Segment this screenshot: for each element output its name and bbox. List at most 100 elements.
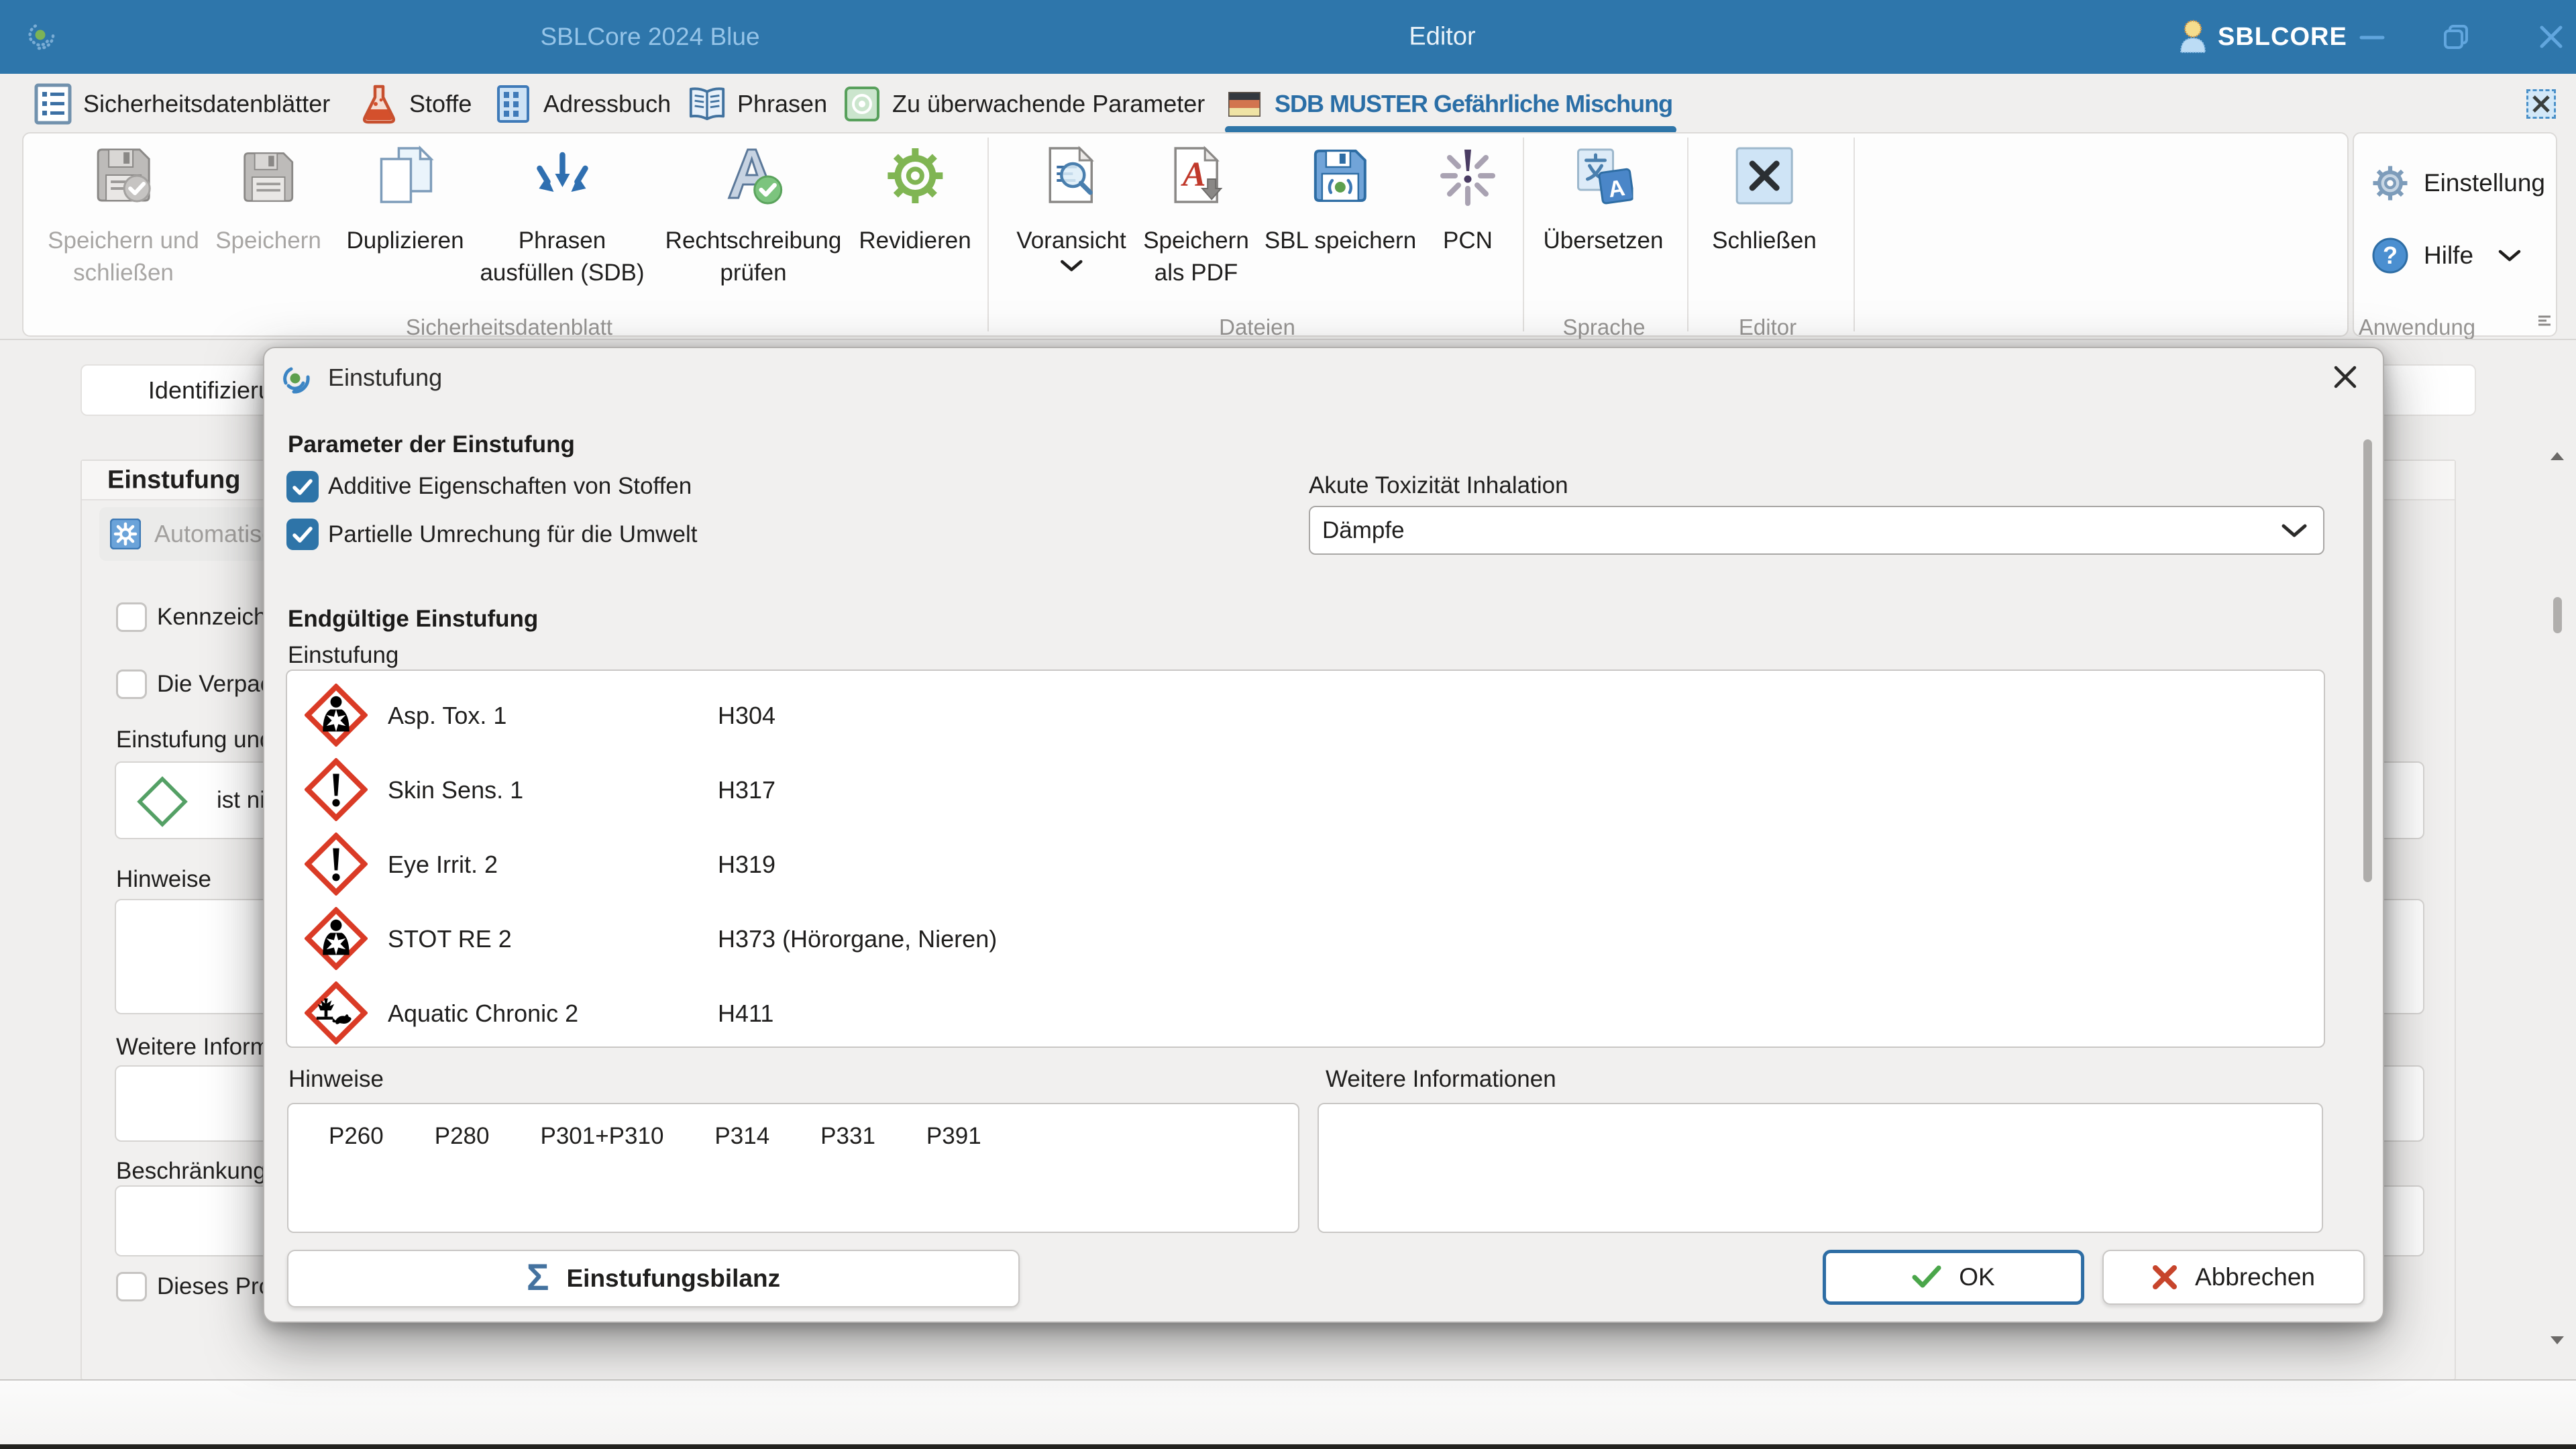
ribbon: Speichern und schließen Speichern [0,132,2576,339]
check-green-icon [1912,1265,1941,1289]
window-minimize-button[interactable] [2342,0,2402,74]
button-label: Speichern als PDF [1143,225,1249,289]
close-square-icon [1712,142,1817,206]
button-label: Einstellung [2424,169,2545,197]
user-account[interactable]: SBLCORE [2180,0,2347,74]
chevron-down-icon [2498,248,2522,263]
combobox-value: Dämpfe [1322,517,1405,544]
save-sbl-button[interactable]: SBL speichern [1265,142,1416,257]
tab-close-button[interactable] [2526,89,2556,119]
p-codes-box[interactable]: P260 P280 P301+P310 P314 P331 P391 [287,1103,1299,1233]
ghs07-exclamation-icon [305,833,368,896]
window-restore-button[interactable] [2426,0,2486,74]
checkbox-label: Partielle Umrechung für die Umwelt [328,521,697,548]
save-floppy-icon [215,142,321,206]
tab-label: Zu überwachende Parameter [892,90,1205,118]
revise-button[interactable]: Revidieren [859,142,971,257]
inhalation-combobox[interactable]: Dämpfe [1309,506,2324,555]
help-button[interactable]: ? Hilfe [2371,237,2522,274]
monitored-parameter-icon [843,85,881,123]
preview-button[interactable]: Voransicht [1016,142,1126,273]
save-button[interactable]: Speichern [215,142,321,257]
tab-label: Adressbuch [543,90,671,118]
classification-code: H319 [718,851,775,879]
close-icon [2537,23,2565,51]
ok-button[interactable]: OK [1823,1250,2084,1305]
tab-parameter[interactable]: Zu überwachende Parameter [843,74,1205,134]
window-title: Editor [1409,23,1475,52]
button-label: Revidieren [859,225,971,257]
ghs08-health-hazard-icon [305,907,368,970]
p-code: P314 [714,1123,769,1232]
ribbon-group-label: Anwendung [2359,315,2475,340]
partielle-checkbox[interactable] [286,519,319,550]
translate-button[interactable]: A Übersetzen [1544,142,1664,257]
save-and-close-button[interactable]: Speichern und schließen [48,142,199,289]
window-close-button[interactable] [2521,0,2576,74]
tab-sicherheitsdatenblaetter[interactable]: Sicherheitsdatenblätter [34,74,330,134]
fill-phrases-button[interactable]: Phrasen ausfüllen (SDB) [480,142,644,289]
p-code: P301+P310 [541,1123,664,1232]
cancel-button[interactable]: Abbrechen [2102,1250,2365,1305]
final-heading: Endgültige Einstufung [288,606,538,633]
empty-ghs-diamond-icon [134,773,191,830]
minimize-icon [2359,23,2385,50]
classification-row[interactable]: Aquatic Chronic 2 H411 [287,976,2324,1051]
classification-row[interactable]: Asp. Tox. 1 H304 [287,678,2324,753]
tab-stoffe[interactable]: Stoffe [360,74,472,134]
pcn-button[interactable]: PCN [1438,142,1498,257]
kennzeichnung-checkbox[interactable] [116,602,147,632]
help-icon: ? [2371,237,2409,274]
tab-sdb-muster[interactable]: SDB MUSTER Gefährliche Mischung [1225,74,1672,134]
button-label: Schließen [1712,225,1817,257]
chevron-down-icon [2280,522,2308,539]
chevron-down-icon [1016,258,1126,273]
duplicate-button[interactable]: Duplizieren [346,142,464,257]
spellcheck-button[interactable]: Rechtschreibung prüfen [665,142,842,289]
tab-phrasen[interactable]: Phrasen [688,74,827,134]
list-label: Einstufung [288,642,398,669]
scrollbar-down-arrow[interactable] [2549,1335,2565,1346]
p-code: P280 [435,1123,490,1232]
close-editor-button[interactable]: Schließen [1712,142,1817,257]
spellcheck-icon [665,142,842,206]
classification-name: Skin Sens. 1 [388,776,523,804]
dieses-produkt-checkbox[interactable] [116,1272,147,1301]
window-bottom-strip [0,1379,2576,1449]
button-label: Rechtschreibung prüfen [665,225,842,289]
group-options-icon[interactable] [2537,315,2552,330]
ribbon-group-label: Sicherheitsdatenblatt [406,315,612,340]
tab-adressbuch[interactable]: Adressbuch [494,74,671,134]
scrollbar-up-arrow[interactable] [2549,451,2565,462]
weitere-informationen-textarea[interactable] [1318,1103,2323,1233]
preview-document-icon [1016,142,1126,206]
duplicate-pages-icon [346,142,464,206]
dialog-close-button[interactable] [2328,360,2363,394]
classification-row[interactable]: Skin Sens. 1 H317 [287,753,2324,827]
tab-label: Sicherheitsdatenblätter [83,90,330,118]
ribbon-separator [1687,138,1688,331]
ribbon-panel-anwendung [2353,132,2557,337]
p-code: P391 [926,1123,981,1232]
main-tab-bar: Sicherheitsdatenblätter Stoffe [0,74,2576,134]
classification-row[interactable]: Eye Irrit. 2 H319 [287,827,2324,902]
app-title: SBLCore 2024 Blue [540,23,759,51]
save-close-floppy-icon [48,142,199,206]
svg-text:A: A [1607,175,1627,203]
einstufungsbilanz-button[interactable]: Σ Einstufungsbilanz [287,1250,1020,1307]
section-title: Einstufung [107,466,240,495]
scrollbar-thumb[interactable] [2553,597,2562,633]
save-as-pdf-button[interactable]: A Speichern als PDF [1143,142,1249,289]
settings-button[interactable]: Einstellung [2371,164,2545,202]
dialog-scrollbar-thumb[interactable] [2363,439,2372,882]
restore-icon [2442,23,2470,51]
classification-row[interactable]: STOT RE 2 H373 (Hörorgane, Nieren) [287,902,2324,976]
verpackung-checkbox[interactable] [116,669,147,699]
classification-code: H373 (Hörorgane, Nieren) [718,925,997,953]
params-heading: Parameter der Einstufung [288,431,575,458]
german-flag-icon [1225,85,1264,123]
checkbox-label: Additive Eigenschaften von Stoffen [328,473,692,500]
classification-list: Asp. Tox. 1 H304 Skin Sens. 1 H317 Eye [286,669,2325,1048]
additive-checkbox[interactable] [286,471,319,502]
gear-icon [2371,164,2409,202]
